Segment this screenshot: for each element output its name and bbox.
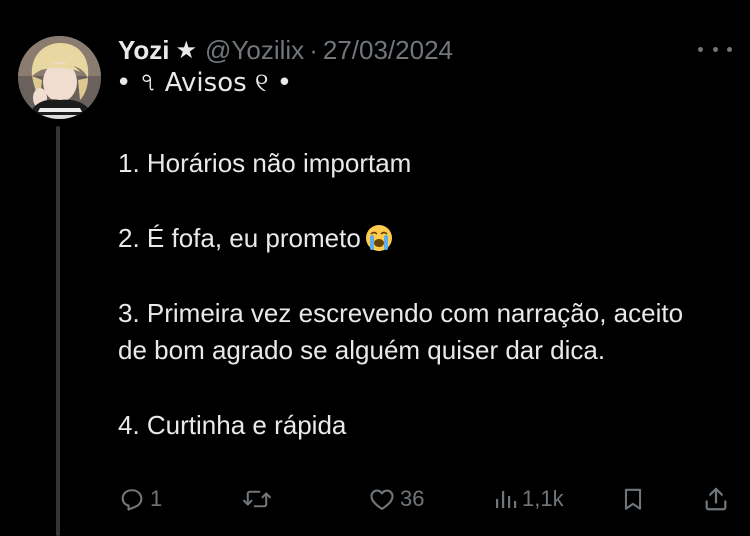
display-name[interactable]: Yozi	[118, 32, 170, 68]
share-button[interactable]	[702, 482, 730, 516]
views-button[interactable]: 1,1k	[494, 482, 564, 516]
views-icon	[496, 491, 517, 508]
like-button[interactable]: 36	[368, 482, 424, 516]
bio-line: • ৭ Avisos ୧ •	[116, 68, 293, 98]
body-line-1: 1. Horários não importam	[118, 148, 412, 178]
like-count: 36	[400, 486, 425, 511]
tweet-body: 1. Horários não importam 2. É fofa, eu p…	[118, 145, 718, 444]
avatar-image	[18, 36, 101, 119]
avatar[interactable]	[18, 36, 101, 119]
action-bar: 1 36 1,1k	[118, 482, 730, 516]
bookmark-button[interactable]	[620, 482, 646, 516]
reply-count: 1	[150, 486, 163, 511]
share-icon	[705, 487, 727, 511]
thread-line	[56, 126, 60, 536]
tweet[interactable]: Yozi ★ @Yozilix · 27/03/2024 • ৭ Avisos …	[0, 0, 750, 536]
body-line-2-text: 2. É fofa, eu prometo	[118, 223, 361, 253]
like-icon	[370, 489, 394, 510]
bookmark-icon	[624, 488, 642, 510]
separator: ·	[309, 35, 318, 65]
more-icon[interactable]	[698, 38, 732, 60]
body-line-3: 3. Primeira vez escrevendo com narração,…	[118, 298, 684, 365]
retweet-icon	[243, 490, 271, 508]
retweet-button[interactable]	[242, 482, 276, 516]
tweet-header: Yozi ★ @Yozilix · 27/03/2024	[118, 32, 453, 68]
post-date[interactable]: 27/03/2024	[323, 32, 453, 68]
more-dot	[727, 46, 732, 52]
more-dot	[712, 46, 718, 52]
body-line-4: 4. Curtinha e rápida	[118, 410, 347, 440]
views-count: 1,1k	[522, 486, 564, 511]
loudly-crying-face-icon	[365, 225, 392, 251]
handle[interactable]: @Yozilix	[205, 32, 304, 68]
star-icon: ★	[175, 36, 198, 64]
body-line-2: 2. É fofa, eu prometo	[118, 220, 718, 257]
reply-button[interactable]: 1	[118, 482, 162, 516]
reply-icon	[121, 489, 143, 511]
more-dot	[698, 46, 703, 52]
